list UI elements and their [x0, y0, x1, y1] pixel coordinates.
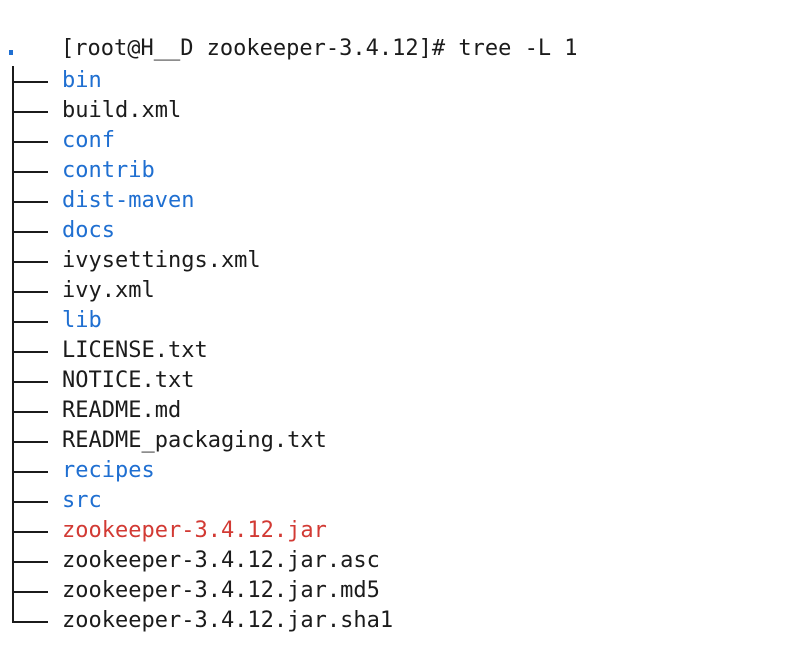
file-name: NOTICE.txt: [62, 368, 195, 393]
tree-entry: conf: [0, 126, 760, 156]
tree-branch-horizontal: [12, 261, 48, 263]
directory-name: recipes: [62, 458, 155, 483]
tree-branch-horizontal: [12, 81, 48, 83]
directory-name: lib: [62, 308, 102, 333]
tree-branch-horizontal: [12, 381, 48, 383]
tree-entry: dist-maven: [0, 186, 760, 216]
tree-entry: README.md: [0, 396, 760, 426]
tree-entry: lib: [0, 306, 760, 336]
tree-branch-horizontal: [12, 141, 48, 143]
tree-entry: contrib: [0, 156, 760, 186]
tree-branch-horizontal: [12, 531, 48, 533]
file-name: ivysettings.xml: [62, 248, 261, 273]
tree-branch-horizontal: [12, 621, 48, 623]
tree-branch-horizontal: [12, 231, 48, 233]
shell-command: tree -L 1: [458, 36, 578, 61]
file-name: zookeeper-3.4.12.jar.md5: [62, 578, 380, 603]
tree-entry: ivysettings.xml: [0, 246, 760, 276]
tree-entry: zookeeper-3.4.12.jar.asc: [0, 546, 760, 576]
tree-branch-vertical: [12, 606, 14, 622]
tree-entry: README_packaging.txt: [0, 426, 760, 456]
tree-branch-horizontal: [12, 351, 48, 353]
file-name: zookeeper-3.4.12.jar: [62, 518, 327, 543]
tree-entry: build.xml: [0, 96, 760, 126]
file-name: zookeeper-3.4.12.jar.asc: [62, 548, 380, 573]
file-name: zookeeper-3.4.12.jar.sha1: [62, 608, 394, 633]
shell-prompt: [root@H__D zookeeper-3.4.12]#: [60, 36, 459, 61]
terminal-window[interactable]: [root@H__D zookeeper-3.4.12]# tree -L 1 …: [0, 0, 786, 654]
directory-name: src: [62, 488, 102, 513]
tree-branch-horizontal: [12, 591, 48, 593]
file-name: README_packaging.txt: [62, 428, 327, 453]
directory-name: conf: [62, 128, 115, 153]
tree-entry: recipes: [0, 456, 760, 486]
tree-entry: bin: [0, 66, 760, 96]
tree-entry: LICENSE.txt: [0, 336, 760, 366]
file-name: README.md: [62, 398, 182, 423]
tree-entry: zookeeper-3.4.12.jar.sha1: [0, 606, 760, 636]
directory-name: dist-maven: [62, 188, 195, 213]
tree-entry: ivy.xml: [0, 276, 760, 306]
tree-branch-horizontal: [12, 321, 48, 323]
prompt-line: [root@H__D zookeeper-3.4.12]# tree -L 1: [8, 4, 578, 61]
directory-name: docs: [62, 218, 115, 243]
tree-entry: docs: [0, 216, 760, 246]
tree-branch-horizontal: [12, 501, 48, 503]
tree-root-marker: [9, 50, 13, 55]
tree-branch-horizontal: [12, 411, 48, 413]
tree-branch-horizontal: [12, 201, 48, 203]
tree-entry: zookeeper-3.4.12.jar.md5: [0, 576, 760, 606]
tree-entry: zookeeper-3.4.12.jar: [0, 516, 760, 546]
tree-branch-horizontal: [12, 441, 48, 443]
file-name: LICENSE.txt: [62, 338, 208, 363]
tree-branch-horizontal: [12, 471, 48, 473]
file-name: build.xml: [62, 98, 182, 123]
tree-branch-horizontal: [12, 291, 48, 293]
tree-branch-horizontal: [12, 171, 48, 173]
directory-name: contrib: [62, 158, 155, 183]
directory-name: bin: [62, 68, 102, 93]
tree-branch-horizontal: [12, 561, 48, 563]
tree-branch-horizontal: [12, 111, 48, 113]
tree-entry: src: [0, 486, 760, 516]
tree-entry: NOTICE.txt: [0, 366, 760, 396]
file-name: ivy.xml: [62, 278, 155, 303]
